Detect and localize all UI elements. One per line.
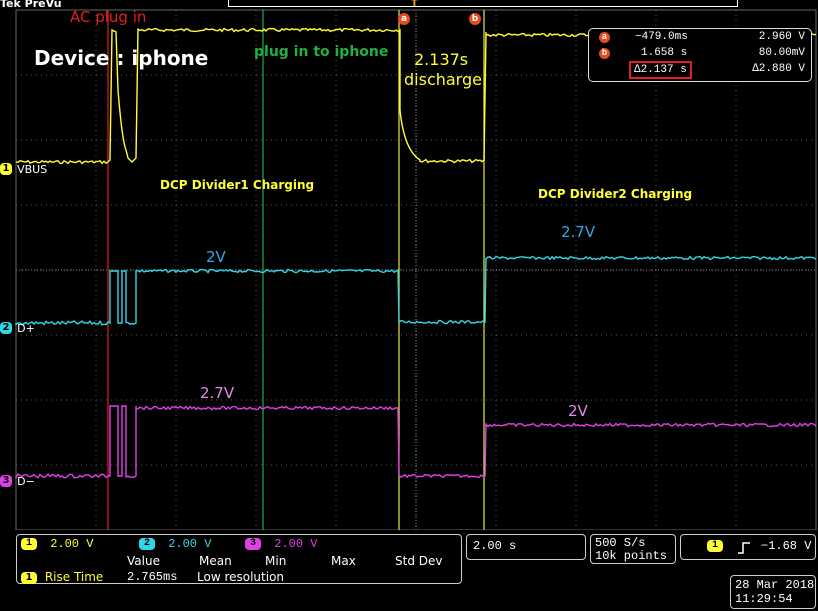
dcp-divider1-label: DCP Divider1 Charging (160, 178, 315, 192)
cursor-b-badge[interactable]: b (469, 13, 481, 25)
meas-header-mean: Mean (199, 554, 232, 568)
measurement-panel[interactable]: 1 2.00 V 2 2.00 V 3 2.00 V Value Mean Mi… (16, 534, 462, 584)
discharge-time-label: 2.137s (414, 50, 469, 69)
ch3-ground-marker[interactable]: 3 D− (0, 470, 35, 489)
rising-edge-icon (738, 542, 750, 554)
plug-in-to-iphone-label: plug in to iphone (254, 44, 389, 60)
meas-header-min: Min (265, 554, 287, 568)
ch1-ground-marker[interactable]: 1 VBUS (0, 158, 47, 177)
date-label: 28 Mar 2018 (735, 578, 815, 592)
dminus-level-label-1: 2.7V (200, 384, 235, 402)
cursor-a-badge[interactable]: a (398, 13, 410, 25)
cursor-a-time: −479.0ms (635, 31, 688, 43)
datetime-panel: 28 Mar 2018 11:29:54 (730, 575, 816, 609)
cursor-b-time: 1.658 s (641, 47, 688, 59)
cursor-readout: a −479.0ms 2.960 V b 1.658 s 80.00mV ∆2.… (588, 28, 812, 82)
cursor-a-volt: 2.960 V (758, 31, 805, 43)
trigger-level: −1.68 V (761, 539, 812, 553)
meas-header-stddev: Std Dev (395, 554, 443, 568)
dcp-divider2-label: DCP Divider2 Charging (538, 187, 693, 201)
meas-note: Low resolution (197, 570, 285, 584)
dplus-level-label-2: 2.7V (561, 223, 596, 241)
cursor-b-volt: 80.00mV (758, 47, 805, 59)
ch2-scale[interactable]: 2 2.00 V (139, 537, 211, 551)
cursor-b-readout-icon: b (599, 48, 610, 59)
ch1-scale[interactable]: 1 2.00 V (21, 537, 93, 551)
cursor-a-readout-icon: a (599, 32, 610, 43)
meas-value: 2.765ms (127, 570, 178, 584)
delta-volt: ∆2.880 V (752, 63, 805, 75)
timebase-panel[interactable]: 2.00 s (466, 534, 586, 560)
meas-header-max: Max (331, 554, 356, 568)
dminus-level-label-2: 2V (568, 402, 588, 420)
ac-plug-in-label: AC plug in (70, 8, 147, 26)
ch3-scale[interactable]: 3 2.00 V (245, 537, 317, 551)
meas-header-value: Value (127, 554, 160, 568)
time-label: 11:29:54 (735, 592, 793, 606)
dplus-level-label-1: 2V (206, 248, 226, 266)
discharge-label: discharge (404, 70, 482, 89)
device-label: Device : iphone (34, 46, 209, 70)
dminus-trace (15, 405, 817, 479)
acquisition-panel[interactable]: 500 S/s 10k points (590, 534, 676, 564)
meas-row-rise-time[interactable]: 1 Rise Time (21, 570, 103, 584)
trigger-panel[interactable]: 1 −1.68 V (680, 534, 816, 560)
bottom-status-panel: 1 2.00 V 2 2.00 V 3 2.00 V Value Mean Mi… (0, 530, 818, 611)
ch2-ground-marker[interactable]: 2 D+ (0, 317, 35, 336)
delta-time: ∆2.137 s (629, 61, 692, 79)
